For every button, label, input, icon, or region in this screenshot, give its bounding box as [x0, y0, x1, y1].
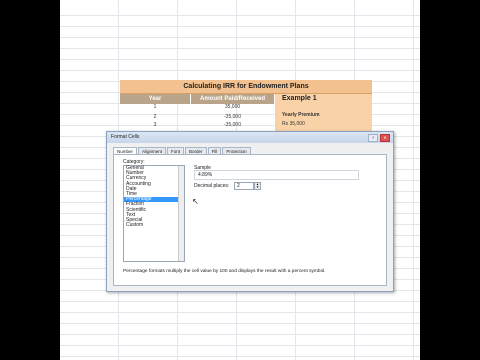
amount-cell[interactable]: -35,000 [191, 122, 274, 128]
category-scrollbar[interactable] [178, 166, 184, 261]
amount-header: Amount Paid/Received [191, 94, 274, 104]
close-icon[interactable]: ✕ [380, 134, 390, 142]
dialog-titlebar[interactable]: Format Cells ? ✕ [107, 132, 393, 143]
category-item[interactable]: Custom [124, 222, 184, 228]
year-cell[interactable]: 1 [120, 104, 190, 110]
format-description: Percentage formats multiply the cell val… [123, 269, 326, 274]
sheet-title: Calculating IRR for Endowment Plans [120, 80, 372, 94]
decimal-spinner[interactable]: ▲ ▼ [254, 182, 261, 190]
year-header: Year [120, 94, 190, 104]
sample-preview: 4.89% [194, 170, 359, 180]
amount-cell[interactable]: 35,000 [191, 104, 274, 110]
mouse-cursor-icon: ↖ [192, 197, 199, 206]
year-cell[interactable]: 2 [120, 114, 190, 120]
help-button[interactable]: ? [368, 134, 378, 142]
amount-cell[interactable]: -35,000 [191, 114, 274, 120]
example-title: Example 1 [282, 95, 317, 102]
number-tab-panel: Category: General Number Currency Accoun… [113, 154, 387, 286]
example-value: Rs 35,000 [282, 121, 305, 127]
category-list[interactable]: General Number Currency Accounting Date … [123, 165, 185, 262]
decimal-places-input[interactable]: 2 [234, 182, 254, 190]
example-label: Yearly Premium [282, 112, 320, 118]
format-cells-dialog: Format Cells ? ✕ Number Alignment Font B… [106, 131, 394, 292]
year-cell[interactable]: 3 [120, 122, 190, 128]
dialog-title: Format Cells [111, 134, 140, 140]
decimal-places-label: Decimal places: [194, 183, 230, 189]
